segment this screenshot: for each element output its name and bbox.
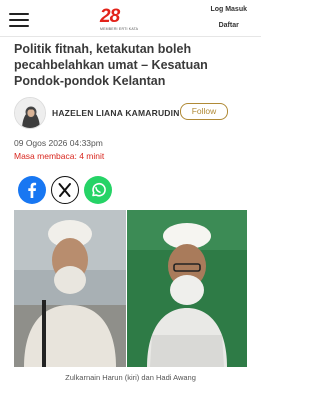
- site-logo[interactable]: 28 MEMBERI ERTI KATA: [100, 7, 160, 35]
- header-divider: [0, 36, 261, 37]
- article-photo: [14, 210, 247, 367]
- read-time: Masa membaca: 4 minit: [14, 151, 105, 161]
- menu-icon[interactable]: [9, 13, 29, 27]
- x-share-button[interactable]: [51, 176, 79, 204]
- login-link[interactable]: Log Masuk: [210, 5, 247, 15]
- author-avatar[interactable]: [14, 97, 46, 129]
- auth-links: Log Masuk Daftar: [210, 5, 247, 37]
- author-row: HAZELEN LIANA KAMARUDIN Follow: [14, 97, 254, 129]
- x-icon: [51, 176, 79, 204]
- whatsapp-icon: [84, 176, 112, 204]
- follow-button[interactable]: Follow: [180, 103, 228, 120]
- logo-subtext: MEMBERI ERTI KATA: [100, 27, 139, 31]
- register-link[interactable]: Daftar: [210, 21, 247, 31]
- whatsapp-share-button[interactable]: [84, 176, 112, 204]
- publish-date: 09 Ogos 2026 04:33pm: [14, 138, 103, 148]
- site-header: 28 MEMBERI ERTI KATA Log Masuk Daftar: [0, 0, 261, 38]
- facebook-icon: [18, 176, 46, 204]
- author-name[interactable]: HAZELEN LIANA KAMARUDIN: [52, 108, 180, 118]
- article-title: Politik fitnah, ketakutan boleh pecahbel…: [14, 42, 208, 88]
- facebook-share-button[interactable]: [18, 176, 46, 204]
- photo-caption: Zulkarnain Harun (kiri) dan Hadi Awang: [65, 373, 196, 382]
- logo-text: 28: [100, 6, 120, 27]
